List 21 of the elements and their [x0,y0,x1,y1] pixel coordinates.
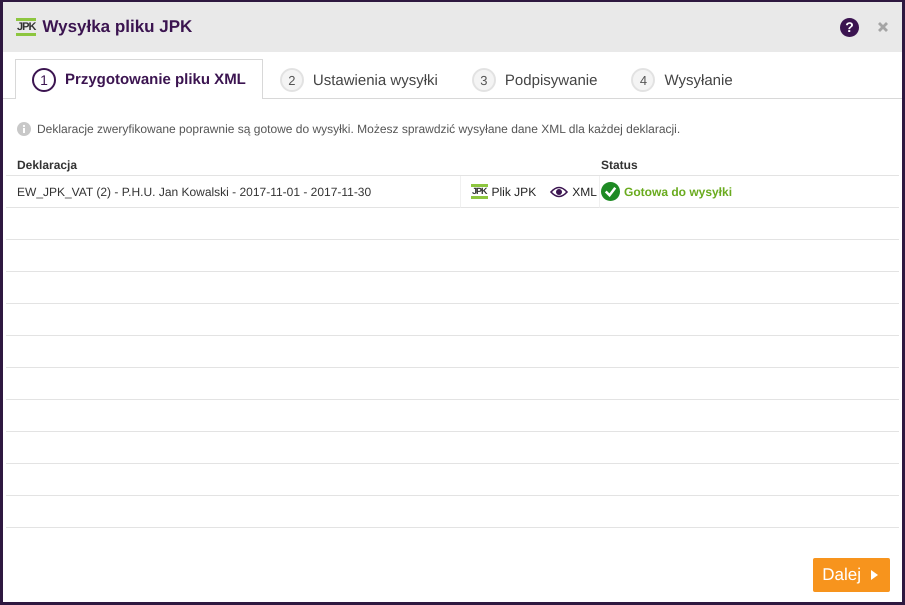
jpk-logo: JPK [16,18,36,36]
info-icon [17,122,31,136]
column-header: Status [600,155,899,176]
xml-link[interactable]: XML [572,184,597,198]
step-number: 4 [631,68,656,92]
step-tab[interactable]: 3 Podpisywanie [454,60,614,99]
jpk-file-link[interactable]: Plik JPK [492,184,536,198]
play-icon [871,570,878,580]
info-message: Deklaracje zweryfikowane poprawnie są gotowe do wysyłki. Możesz sprawdzić wysyłane dane XML dla każdej deklaracji. [37,122,680,136]
window-title: Wysyłka pliku JPK [42,17,194,37]
help-button[interactable]: ? [840,18,859,36]
step-number: 3 [472,68,496,92]
status-text: Gotowa do wysyłki [624,184,732,198]
step-number: 1 [32,68,56,92]
eye-icon[interactable] [550,186,568,198]
step-number: 2 [280,68,304,92]
step-tab[interactable]: 4 Wysyłanie [614,60,750,99]
table-cell: EW_JPK_VAT (2) - P.H.U. Jan Kowalski - 2017-11-01 - 2017-11-30 [6,176,460,208]
step-tab[interactable]: 1 Przygotowanie pliku XML [15,59,263,99]
step-tab[interactable]: 2 Ustawienia wysyłki [262,60,455,99]
column-header: Deklaracja [6,155,460,176]
